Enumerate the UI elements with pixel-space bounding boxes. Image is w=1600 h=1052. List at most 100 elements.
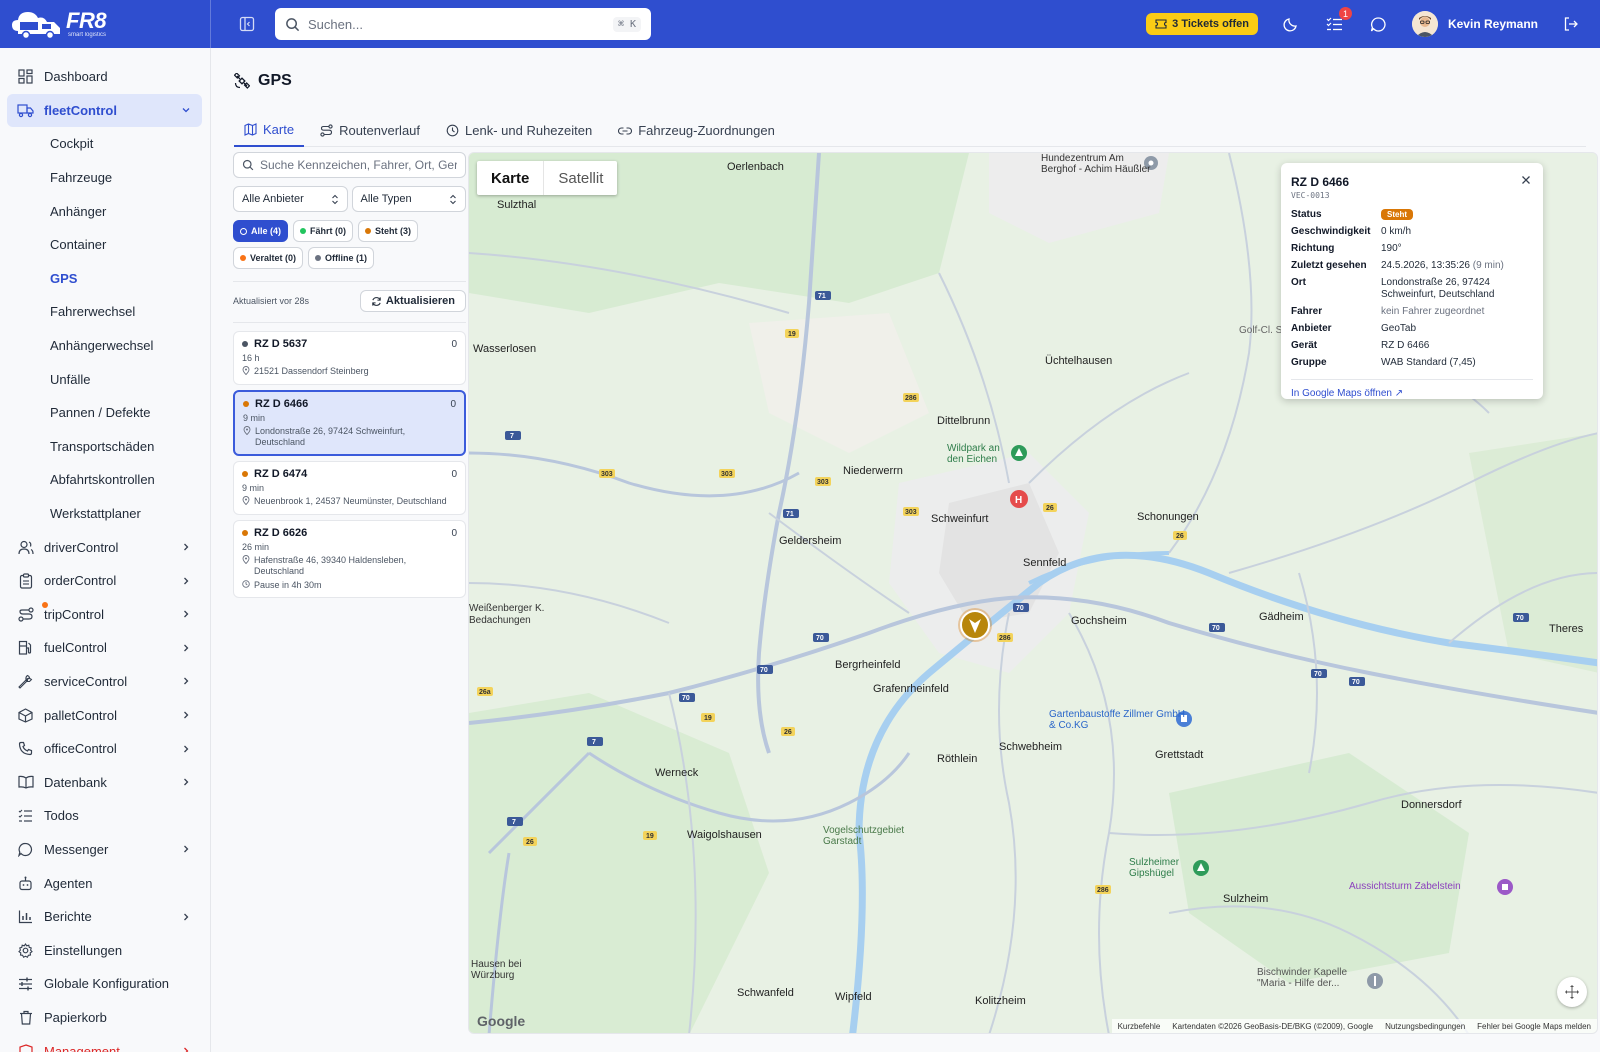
sidebar-sub-fahrerwechsel[interactable]: Fahrerwechsel — [7, 295, 202, 329]
sidebar-item-label: Datenbank — [44, 774, 107, 790]
filter-chip-veraltet[interactable]: Veraltet (0) — [233, 247, 304, 269]
notification-badge: 1 — [1338, 7, 1352, 20]
map-view[interactable]: 71 71 7 70 70 70 7 7 70 70 70 70 70 19 3… — [468, 152, 1598, 1034]
sidebar-item-globale-konfiguration[interactable]: Globale Konfiguration — [7, 967, 202, 1001]
avatar — [1411, 11, 1438, 37]
popup-device-value: RZ D 6466 — [1381, 340, 1430, 351]
tab-fahrzeug-zuordnungen[interactable]: Fahrzeug-Zuordnungen — [608, 114, 785, 147]
user-name: Kevin Reymann — [1447, 17, 1538, 31]
sidebar-item-datenbank[interactable]: Datenbank — [7, 765, 202, 799]
refresh-label: Aktualisieren — [385, 295, 455, 307]
status-dot — [240, 255, 246, 261]
tasks-button[interactable]: 1 — [1324, 7, 1352, 35]
page-title: GPS — [234, 72, 292, 90]
refresh-button[interactable]: Aktualisieren — [359, 290, 466, 312]
tab-label: Karte — [263, 122, 295, 137]
filter-chip-steht[interactable]: Steht (3) — [358, 220, 419, 242]
dark-mode-toggle[interactable] — [1280, 13, 1302, 35]
sidebar-sub-gps[interactable]: GPS — [7, 262, 202, 296]
sidebar-sub-transportschaeden[interactable]: Transportschäden — [7, 430, 202, 464]
vehicle-card[interactable]: RZ D 6474 0 9 min Neuenbrook 1, 24537 Ne… — [233, 461, 466, 515]
sidebar-item-fuelcontrol[interactable]: fuelControl — [7, 631, 202, 665]
sidebar-toggle-button[interactable] — [235, 12, 259, 36]
sidebar-sub-unfaelle[interactable]: Unfälle — [7, 362, 202, 396]
sidebar-item-label: Todos — [44, 808, 79, 824]
sidebar-item-label: officeControl — [44, 741, 117, 757]
sidebar-sub-container[interactable]: Container — [7, 228, 202, 262]
svg-text:7: 7 — [512, 819, 516, 826]
sidebar-item-berichte[interactable]: Berichte — [7, 900, 202, 934]
status-dot — [300, 228, 307, 234]
sidebar-sub-abfahrtskontrollen[interactable]: Abfahrtskontrollen — [7, 463, 202, 497]
sidebar-sub-werkstattplaner[interactable]: Werkstattplaner — [7, 497, 202, 531]
global-search[interactable]: ⌘ K — [275, 8, 651, 40]
sidebar-item-tripcontrol[interactable]: tripControl — [7, 598, 202, 632]
vehicle-age: 9 min — [243, 413, 266, 423]
open-in-google-maps-link[interactable]: In Google Maps öffnen ↗ — [1291, 379, 1533, 399]
sidebar-item-ordercontrol[interactable]: orderControl — [7, 564, 202, 598]
sidebar-item-drivercontrol[interactable]: driverControl — [7, 530, 202, 564]
sidebar-item-management[interactable]: Management — [7, 1034, 202, 1052]
tab-routenverlauf[interactable]: Routenverlauf — [310, 114, 430, 147]
svg-text:26: 26 — [1046, 505, 1054, 512]
map-shortcuts-link[interactable]: Kurzbefehle — [1118, 1022, 1161, 1031]
sidebar-sub-pannen[interactable]: Pannen / Defekte — [7, 396, 202, 430]
sidebar-item-einstellungen[interactable]: Einstellungen — [7, 933, 202, 967]
svg-text:70: 70 — [1016, 605, 1024, 612]
map-town-label: Bergrheinfeld — [835, 659, 901, 671]
sidebar-item-officecontrol[interactable]: officeControl — [7, 732, 202, 766]
svg-text:70: 70 — [816, 635, 824, 642]
provider-select-value: Alle Anbieter — [242, 193, 304, 205]
tab-lenk-und-ruhezeiten[interactable]: Lenk- und Ruhezeiten — [436, 114, 602, 147]
sidebar-sub-anhaenger[interactable]: Anhänger — [7, 194, 202, 228]
sidebar-item-papierkorb[interactable]: Papierkorb — [7, 1001, 202, 1035]
vehicle-card-selected[interactable]: RZ D 6466 0 9 min Londonstraße 26, 97424… — [233, 390, 466, 456]
filter-chip-faehrt[interactable]: Fährt (0) — [293, 220, 354, 242]
chevron-up-down-icon — [331, 194, 338, 204]
route-icon — [17, 606, 34, 623]
sidebar-sub-cockpit[interactable]: Cockpit — [7, 127, 202, 161]
logout-button[interactable] — [1560, 13, 1582, 35]
filter-chip-offline[interactable]: Offline (1) — [308, 247, 375, 269]
map-type-karte-button[interactable]: Karte — [477, 161, 543, 195]
sidebar-item-palletcontrol[interactable]: palletControl — [7, 698, 202, 732]
type-select[interactable]: Alle Typen — [351, 186, 466, 212]
list-icon — [17, 807, 34, 824]
tab-label: Routenverlauf — [339, 123, 421, 138]
sidebar-item-label: Agenten — [44, 875, 93, 891]
status-filter-chips: Alle (4) Fährt (0) Steht (3) Veraltet (0… — [233, 220, 466, 269]
map-report-link[interactable]: Fehler bei Google Maps melden — [1477, 1022, 1591, 1031]
sidebar-item-label: driverControl — [44, 539, 119, 555]
global-search-input[interactable] — [308, 16, 613, 32]
vehicle-card[interactable]: RZ D 5637 0 16 h 21521 Dassendorf Steinb… — [233, 331, 466, 385]
svg-text:26a: 26a — [479, 689, 491, 696]
popup-close-button[interactable] — [1519, 173, 1533, 187]
tab-karte[interactable]: Karte — [234, 114, 305, 147]
sidebar-item-servicecontrol[interactable]: serviceControl — [7, 665, 202, 699]
vehicle-marker[interactable] — [958, 608, 992, 642]
vehicle-search-input[interactable] — [260, 158, 457, 172]
sidebar-sub-fahrzeuge[interactable]: Fahrzeuge — [7, 161, 202, 195]
sidebar-item-fleetcontrol[interactable]: fleetControl — [7, 93, 202, 128]
map-town-label: Sulzthal — [497, 199, 537, 211]
filter-chip-alle[interactable]: Alle (4) — [233, 220, 289, 242]
map-terms-link[interactable]: Nutzungsbedingungen — [1385, 1022, 1465, 1031]
sidebar-item-todos[interactable]: Todos — [7, 799, 202, 833]
open-tickets-button[interactable]: 3 Tickets offen — [1146, 13, 1258, 35]
messages-button[interactable] — [1368, 13, 1390, 35]
link-icon — [618, 126, 633, 135]
brand-logo[interactable]: FR8 smart logistics — [0, 0, 211, 48]
map-town-label: Röthlein — [937, 753, 978, 765]
sidebar-sub-anhaengerwechsel[interactable]: Anhängerwechsel — [7, 329, 202, 363]
vehicle-card[interactable]: RZ D 6626 0 26 min Hafenstraße 46, 39340… — [233, 520, 466, 598]
sidebar-item-dashboard[interactable]: Dashboard — [7, 60, 202, 94]
user-menu[interactable]: Kevin Reymann — [1411, 11, 1538, 37]
popup-provider-value: GeoTab — [1381, 323, 1417, 334]
map-type-satellit-button[interactable]: Satellit — [543, 161, 617, 195]
truck-icon — [17, 102, 34, 119]
sidebar-item-messenger[interactable]: Messenger — [7, 833, 202, 867]
provider-select[interactable]: Alle Anbieter — [233, 186, 348, 212]
sidebar-item-agenten[interactable]: Agenten — [7, 866, 202, 900]
fullscreen-button[interactable] — [1557, 977, 1587, 1007]
vehicle-search[interactable] — [233, 152, 466, 178]
